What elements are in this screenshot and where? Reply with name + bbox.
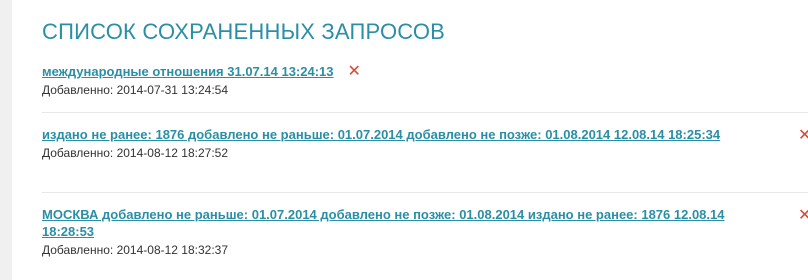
close-icon[interactable]: ✕ — [798, 126, 808, 143]
saved-query-item: международные отношения 31.07.14 13:24:1… — [42, 62, 808, 98]
added-date: Добавленно: 2014-08-12 18:27:52 — [42, 146, 229, 160]
divider — [42, 192, 808, 193]
saved-query-link[interactable]: издано не ранее: 1876 добавлено не раньш… — [42, 127, 720, 142]
page-title: СПИСОК СОХРАНЕННЫХ ЗАПРОСОВ — [42, 19, 446, 44]
close-icon[interactable]: ✕ — [798, 206, 808, 223]
saved-query-item: издано не ранее: 1876 добавлено не раньш… — [42, 126, 808, 161]
saved-query-link[interactable]: МОСКВА добавлено не раньше: 01.07.2014 д… — [42, 207, 724, 239]
saved-query-link[interactable]: международные отношения 31.07.14 13:24:1… — [42, 64, 334, 79]
close-icon[interactable]: ✕ — [348, 62, 361, 79]
added-date: Добавленно: 2014-07-31 13:24:54 — [42, 83, 229, 97]
saved-queries-page: СПИСОК СОХРАНЕННЫХ ЗАПРОСОВ международны… — [0, 0, 808, 280]
added-date: Добавленно: 2014-08-12 18:32:37 — [42, 243, 229, 257]
left-sidebar-edge — [0, 0, 12, 280]
saved-query-link-row: издано не ранее: 1876 добавлено не раньш… — [42, 126, 764, 143]
saved-query-link-row: МОСКВА добавлено не раньше: 01.07.2014 д… — [42, 206, 764, 240]
saved-query-link-row: международные отношения 31.07.14 13:24:1… — [42, 62, 764, 80]
divider — [42, 112, 808, 113]
saved-query-item: МОСКВА добавлено не раньше: 01.07.2014 д… — [42, 206, 808, 258]
